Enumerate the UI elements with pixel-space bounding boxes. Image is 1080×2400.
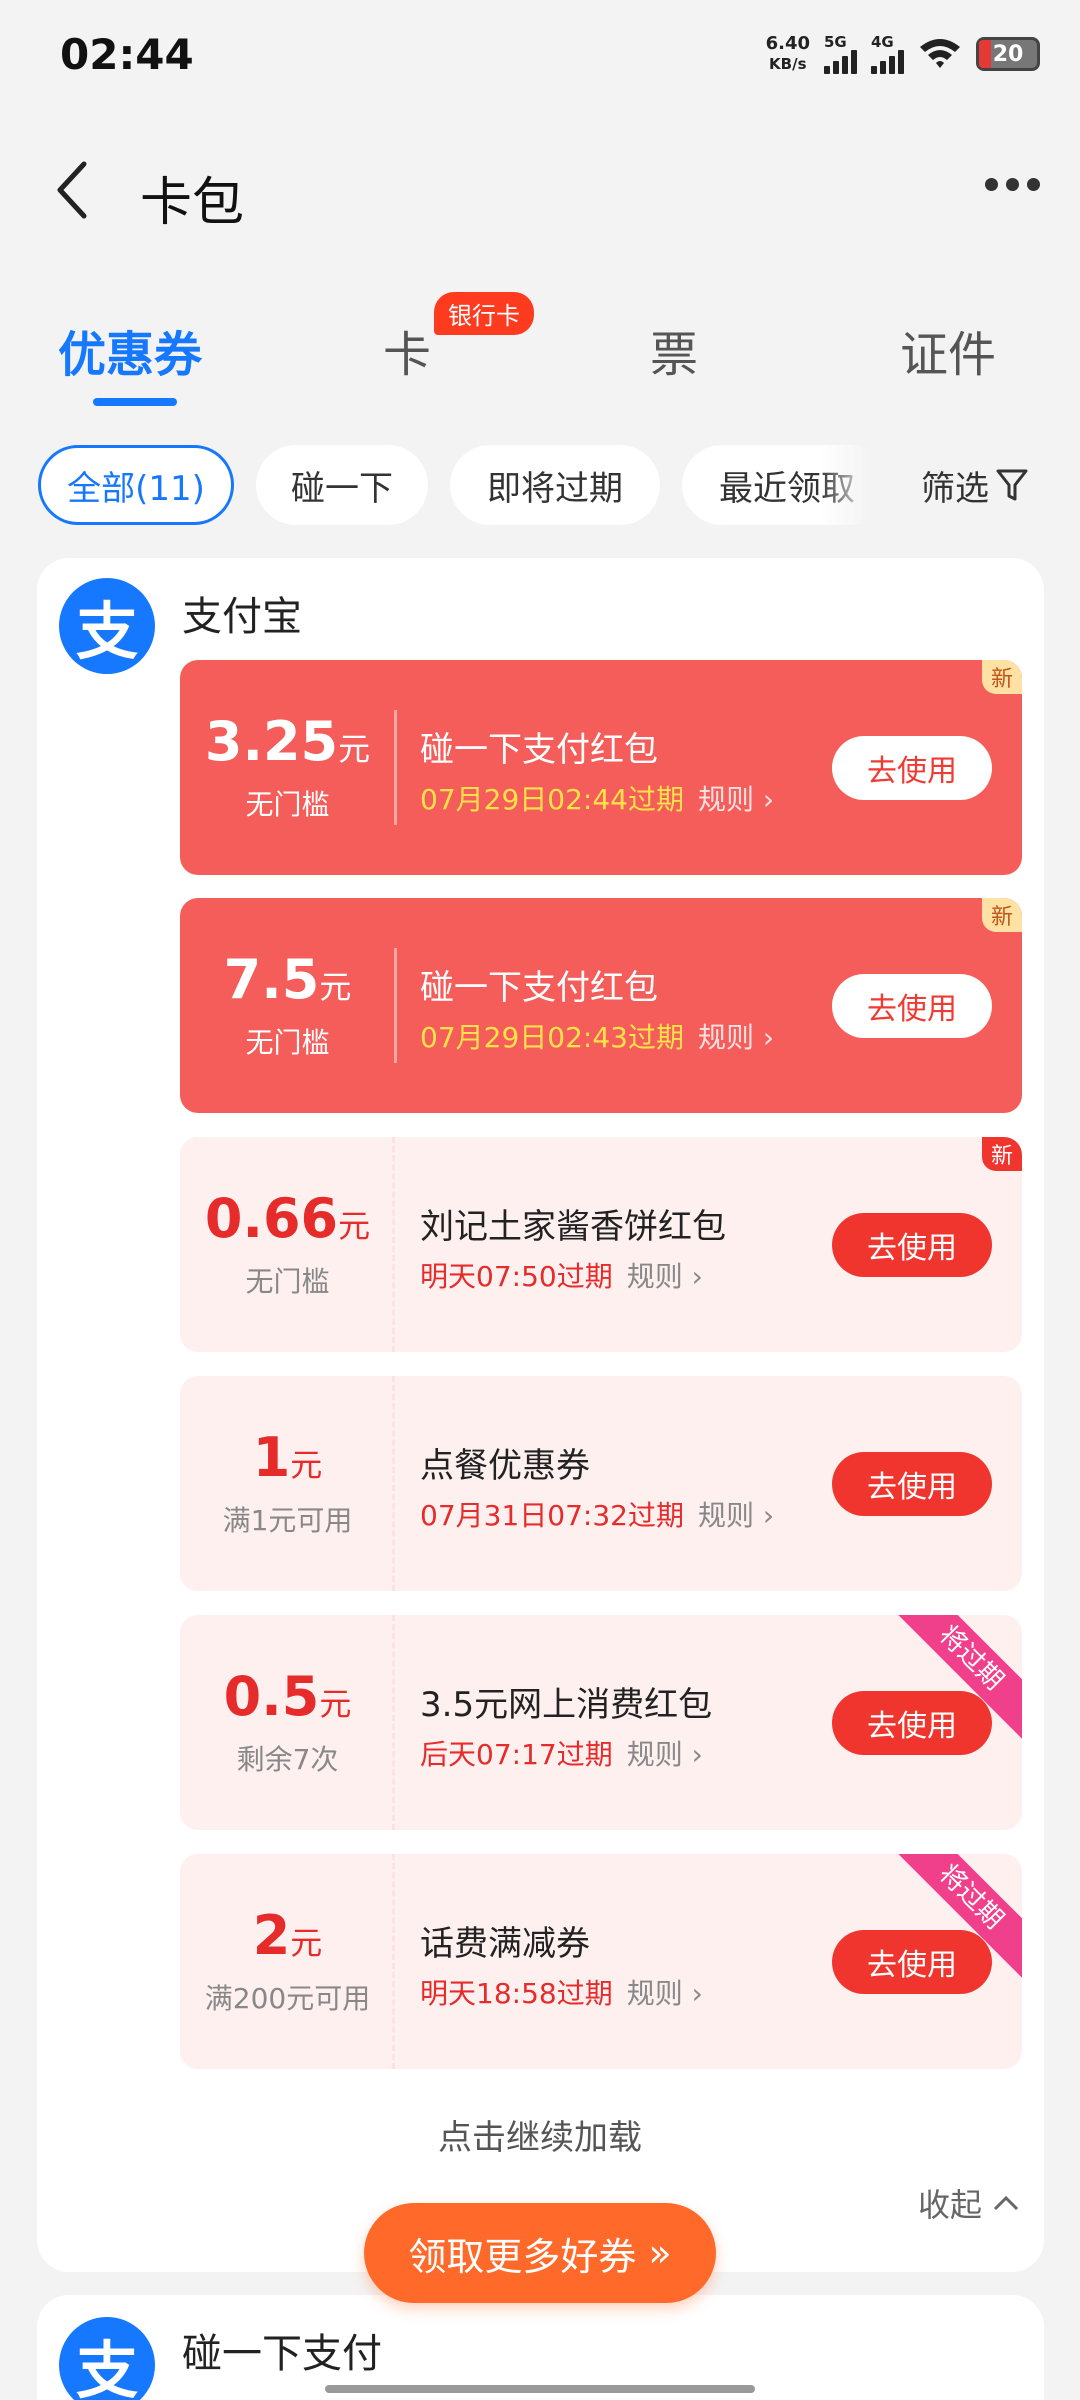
tab-cards[interactable]: 卡: [383, 315, 431, 385]
coupon-amount: 7.5: [223, 948, 320, 1011]
wifi-icon: [920, 39, 960, 68]
alipay-logo: 支: [59, 578, 155, 674]
coupon-name: 话费满减券: [420, 1924, 590, 1964]
tab-active-indicator: [93, 398, 177, 406]
coupon-card[interactable]: 1元 满1元可用 点餐优惠券 07月31日07:32过期 规则 › 去使用: [180, 1376, 1022, 1591]
coupon-amount: 0.5: [223, 1665, 320, 1728]
status-icons: 6.40 KB/s 5G 4G 20: [766, 34, 1040, 74]
chevron-up-icon: [993, 2195, 1019, 2211]
filter-button[interactable]: 筛选: [870, 445, 1080, 525]
use-button[interactable]: 去使用: [832, 974, 992, 1038]
filter-tap[interactable]: 碰一下: [256, 445, 428, 525]
coupon-condition: 无门槛: [245, 788, 330, 821]
coupon-name: 3.5元网上消费红包: [420, 1685, 713, 1725]
coupon-rule-link[interactable]: 规则 ›: [627, 1733, 703, 1773]
signal-4g-icon: 4G: [871, 34, 904, 74]
coupon-amount: 3.25: [204, 710, 339, 773]
chevron-right-icon: ›: [691, 1977, 703, 2010]
tab-tickets[interactable]: 票: [650, 315, 698, 385]
new-badge: 新: [982, 898, 1022, 932]
section-title: 支付宝: [182, 594, 302, 640]
alipay-logo: 支: [59, 2317, 155, 2400]
coupon-card[interactable]: 0.66元 无门槛 刘记土家酱香饼红包 明天07:50过期 规则 › 去使用 新: [180, 1137, 1022, 1352]
more-options-icon[interactable]: [985, 178, 1040, 191]
coupon-condition: 满1元可用: [222, 1504, 353, 1537]
use-button[interactable]: 去使用: [832, 1930, 992, 1994]
coupon-expiry: 07月29日02:44过期: [420, 783, 684, 816]
use-button[interactable]: 去使用: [832, 1691, 992, 1755]
tab-coupons[interactable]: 优惠券: [58, 315, 202, 385]
chevron-right-icon: ›: [762, 1021, 775, 1054]
filter-expiring[interactable]: 即将过期: [450, 445, 660, 525]
coupon-condition: 满200元可用: [204, 1982, 371, 2015]
coupon-rule-link[interactable]: 规则 ›: [698, 778, 774, 818]
coupon-expiry: 明天07:50过期: [420, 1260, 613, 1293]
chevron-right-icon: ›: [691, 1738, 703, 1771]
coupon-expiry: 明天18:58过期: [420, 1977, 613, 2010]
coupon-rule-link[interactable]: 规则 ›: [627, 1972, 703, 2012]
chevron-right-icon: ›: [762, 783, 775, 816]
coupon-expiry: 07月29日02:43过期: [420, 1021, 684, 1054]
home-indicator: [325, 2385, 755, 2393]
load-more-link[interactable]: 点击继续加载: [0, 2110, 1080, 2159]
coupon-expiry: 07月31日07:32过期: [420, 1499, 684, 1532]
use-button[interactable]: 去使用: [832, 736, 992, 800]
get-more-coupons-button[interactable]: 领取更多好券 »: [364, 2203, 716, 2303]
coupon-card[interactable]: 3.25元 无门槛 碰一下支付红包 07月29日02:44过期 规则 › 去使用…: [180, 660, 1022, 875]
coupon-card[interactable]: 0.5元 剩余7次 3.5元网上消费红包 后天07:17过期 规则 › 去使用 …: [180, 1615, 1022, 1830]
status-time: 02:44: [60, 30, 194, 79]
coupon-rule-link[interactable]: 规则 ›: [627, 1255, 703, 1295]
coupon-name: 碰一下支付红包: [420, 968, 658, 1008]
use-button[interactable]: 去使用: [832, 1452, 992, 1516]
coupon-rule-link[interactable]: 规则 ›: [698, 1016, 774, 1056]
chevron-right-icon: ›: [762, 1499, 775, 1532]
page-title: 卡包: [140, 173, 245, 233]
coupon-rule-link[interactable]: 规则 ›: [698, 1494, 774, 1534]
coupon-card[interactable]: 7.5元 无门槛 碰一下支付红包 07月29日02:43过期 规则 › 去使用 …: [180, 898, 1022, 1113]
coupon-amount: 1: [252, 1426, 291, 1489]
coupon-expiry: 后天07:17过期: [420, 1738, 613, 1771]
coupon-name: 刘记土家酱香饼红包: [420, 1207, 726, 1247]
funnel-icon: [996, 469, 1028, 501]
status-bar: 02:44 6.40 KB/s 5G 4G 20: [0, 0, 1080, 110]
coupon-amount: 0.66: [204, 1187, 339, 1250]
coupon-card[interactable]: 2元 满200元可用 话费满减券 明天18:58过期 规则 › 去使用 将过期: [180, 1854, 1022, 2069]
double-chevron-right-icon: »: [648, 2231, 672, 2275]
signal-5g-icon: 5G: [824, 34, 857, 74]
coupon-condition: 剩余7次: [236, 1743, 339, 1776]
battery-icon: 20: [976, 37, 1040, 71]
coupon-amount: 2: [252, 1904, 291, 1967]
coupon-name: 点餐优惠券: [420, 1446, 590, 1486]
collapse-button[interactable]: 收起: [918, 2180, 1020, 2226]
filter-all[interactable]: 全部(11): [38, 445, 234, 525]
coupon-condition: 无门槛: [245, 1026, 330, 1059]
coupon-name: 碰一下支付红包: [420, 730, 658, 770]
network-speed: 6.40 KB/s: [765, 33, 810, 74]
bank-card-badge: 银行卡: [434, 292, 534, 335]
new-badge: 新: [982, 1137, 1022, 1171]
coupon-condition: 无门槛: [245, 1265, 330, 1298]
use-button[interactable]: 去使用: [832, 1213, 992, 1277]
section-title: 碰一下支付: [182, 2331, 382, 2377]
tab-certificates[interactable]: 证件: [900, 315, 996, 385]
chevron-right-icon: ›: [691, 1260, 703, 1293]
new-badge: 新: [982, 660, 1022, 694]
back-icon[interactable]: [52, 160, 92, 220]
